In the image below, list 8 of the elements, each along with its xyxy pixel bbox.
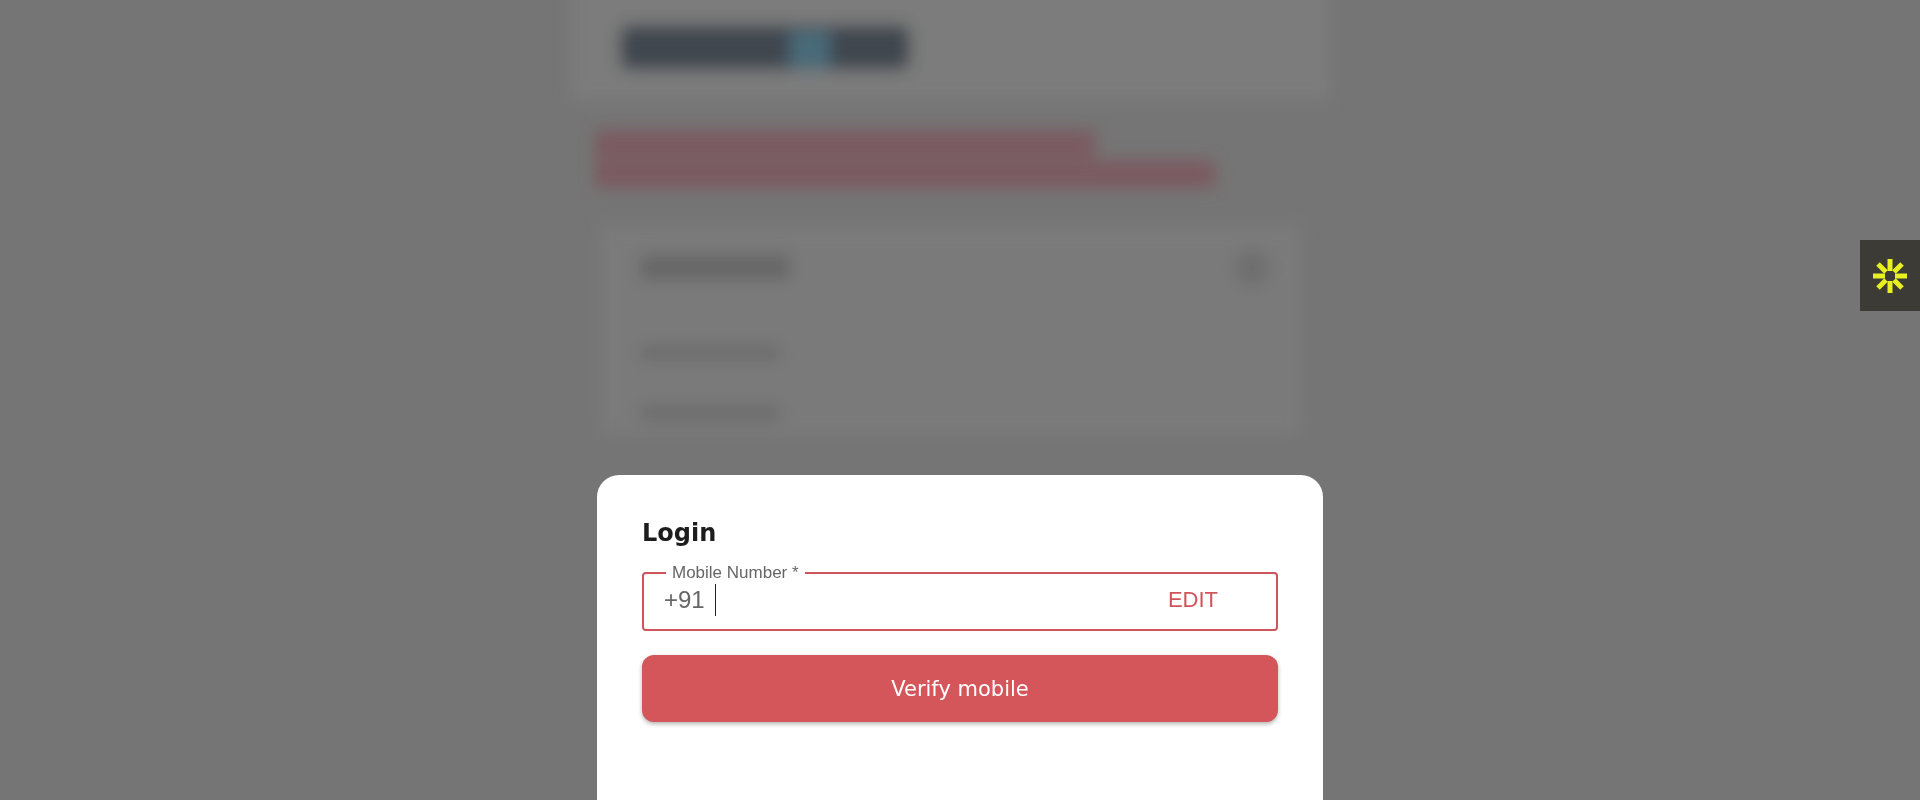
dialog-title: Login xyxy=(642,519,718,547)
mobile-number-field[interactable]: Mobile Number * +91 EDIT xyxy=(642,563,1278,631)
verify-mobile-button[interactable]: Verify mobile xyxy=(642,655,1278,722)
country-code: +91 xyxy=(664,586,705,614)
field-label: Mobile Number * xyxy=(671,563,800,583)
edit-button[interactable]: EDIT xyxy=(1163,583,1222,617)
text-cursor xyxy=(714,584,716,616)
asterisk-icon[interactable] xyxy=(1860,240,1920,311)
